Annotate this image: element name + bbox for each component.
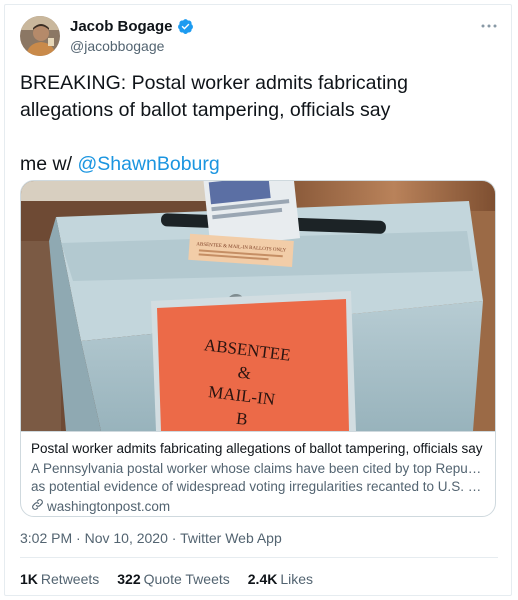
likes-label: Likes [280, 571, 314, 587]
credit-prefix: me w/ [20, 153, 78, 175]
card-image[interactable]: ABSENTEE & MAIL-IN BALLOTS ONLY ABSENTEE… [21, 181, 495, 431]
author-name-row[interactable]: Jacob Bogage [70, 18, 194, 35]
tweet-text-line: BREAKING: Postal worker admits fabricati… [20, 72, 408, 121]
card-title[interactable]: Postal worker admits fabricating allegat… [31, 440, 487, 458]
author-handle[interactable]: @jacobbogage [70, 38, 164, 54]
retweets-label: Retweets [40, 571, 100, 587]
tweet-meta: 3:02 PM · Nov 10, 2020 · Twitter Web App [20, 530, 282, 546]
tweet-text-credit: me w/ @ShawnBoburg [20, 151, 500, 178]
likes-count: 2.4K [247, 571, 278, 587]
quote-tweets-stat[interactable]: 322 Quote Tweets [117, 571, 230, 587]
tweet-stats: 1K Retweets 322 Quote Tweets 2.4K Likes [20, 571, 313, 587]
mention-link[interactable]: @ShawnBoburg [77, 153, 219, 175]
source-app[interactable]: Twitter Web App [180, 530, 282, 546]
more-icon[interactable] [480, 18, 498, 34]
retweets-count: 1K [20, 571, 38, 587]
quotes-label: Quote Tweets [143, 571, 230, 587]
card-description-line: A Pennsylvania postal worker whose claim… [31, 461, 487, 476]
card-description: A Pennsylvania postal worker whose claim… [31, 460, 487, 496]
link-card[interactable]: ABSENTEE & MAIL-IN BALLOTS ONLY ABSENTEE… [20, 180, 496, 517]
meta-separator: · [167, 530, 181, 546]
card-description-line: as potential evidence of widespread voti… [31, 479, 487, 494]
avatar[interactable] [20, 16, 60, 56]
sign-line-4: B [235, 409, 249, 429]
card-domain[interactable]: washingtonpost.com [47, 498, 170, 516]
verified-badge-icon [177, 18, 194, 35]
author-name[interactable]: Jacob Bogage [70, 18, 173, 35]
retweets-stat[interactable]: 1K Retweets [20, 571, 99, 587]
likes-stat[interactable]: 2.4K Likes [248, 571, 313, 587]
divider [20, 557, 498, 558]
card-body[interactable]: Postal worker admits fabricating allegat… [21, 431, 495, 516]
sign-line-2: & [237, 363, 252, 383]
timestamp[interactable]: 3:02 PM · Nov 10, 2020 [20, 530, 168, 546]
quotes-count: 322 [117, 571, 141, 587]
card-domain-row[interactable]: washingtonpost.com [31, 498, 487, 516]
tweet-header: Jacob Bogage @jacobbogage [20, 14, 498, 62]
link-icon [31, 498, 44, 516]
